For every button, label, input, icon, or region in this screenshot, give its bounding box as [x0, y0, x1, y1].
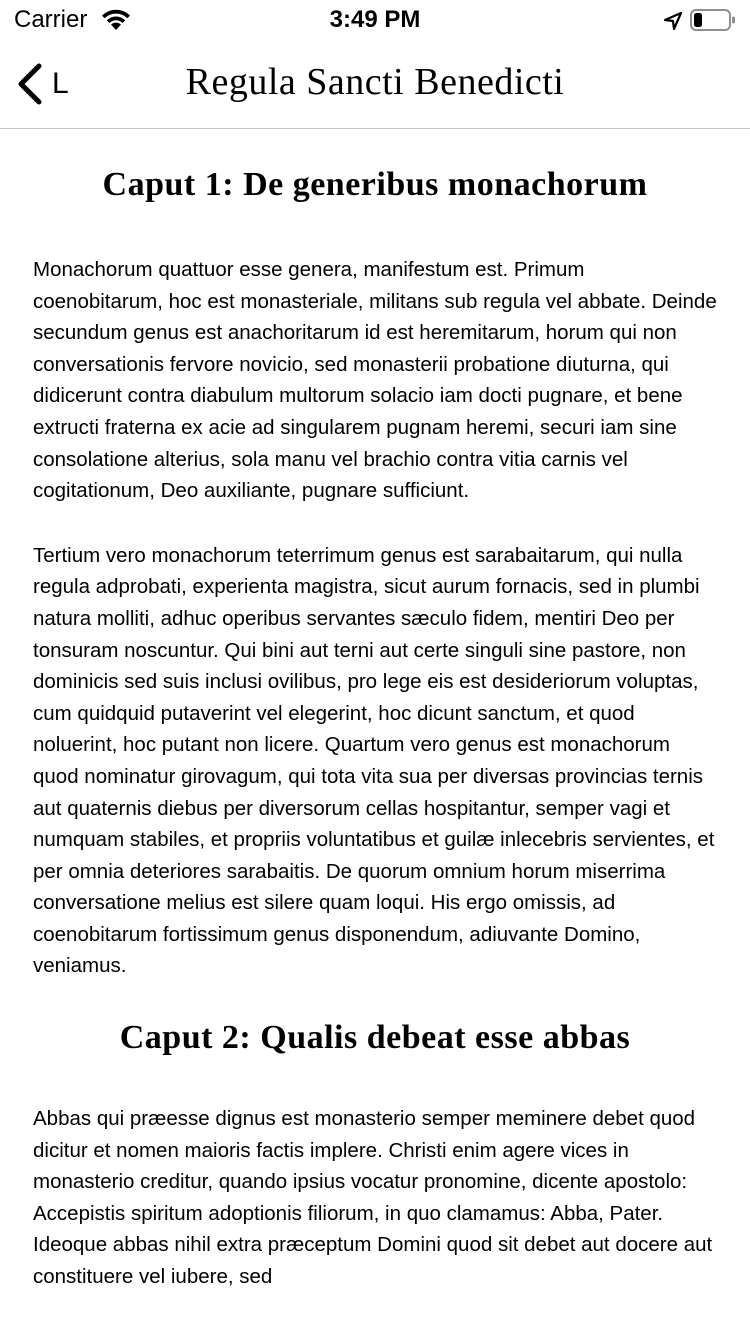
- chapter-title: Caput 1: De generibus monachorum: [102, 166, 648, 203]
- nav-title: Regula Sancti Benedicti: [185, 61, 565, 103]
- status-bar: Carrier 3:49 PM: [0, 0, 750, 40]
- rule-text-content[interactable]: Caput 1: De generibus monachorum Monacho…: [0, 129, 750, 1293]
- chapter-paragraph: Monachorum quattuor esse genera, manifes…: [33, 258, 717, 503]
- status-time: 3:49 PM: [329, 6, 421, 33]
- chapter-title: Caput 2: Qualis debeat esse abbas: [119, 1019, 631, 1057]
- navigation-bar: L Regula Sancti Benedicti: [0, 40, 750, 129]
- chapter-paragraph: Tertium vero monachorum teterrimum genus…: [33, 543, 715, 978]
- chapter-paragraph: Abbas qui præesse dignus est monasterio …: [33, 1107, 713, 1289]
- battery-icon: [690, 9, 735, 31]
- location-arrow-icon: [663, 11, 683, 31]
